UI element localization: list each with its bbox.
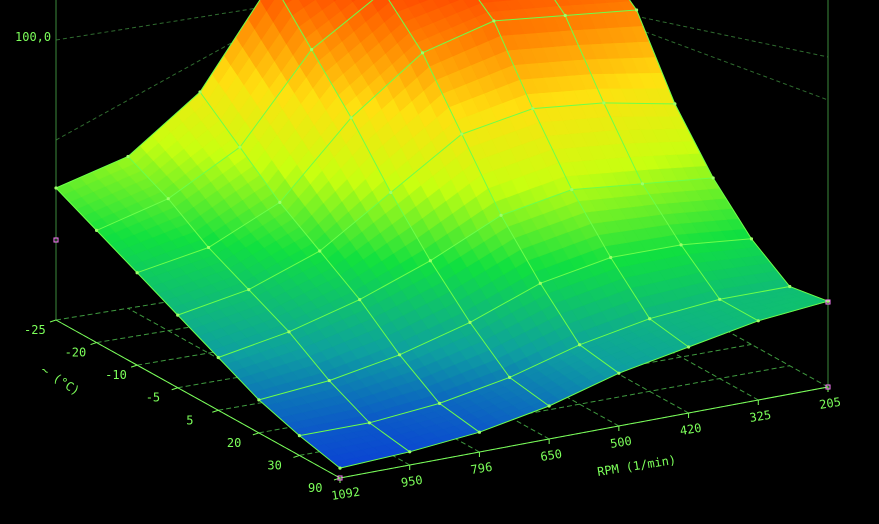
mesh-node bbox=[634, 8, 639, 12]
mesh-node bbox=[198, 90, 202, 94]
y-tick-label: 90 bbox=[308, 481, 322, 495]
mesh-node bbox=[206, 245, 211, 250]
x-axis-title: RPM (1/min) bbox=[596, 453, 677, 479]
y-tick-mark bbox=[293, 454, 300, 458]
x-tick-label: 950 bbox=[400, 473, 424, 490]
mesh-node bbox=[617, 371, 621, 375]
mesh-node bbox=[428, 259, 432, 263]
x-tick-label: 420 bbox=[679, 421, 703, 438]
mesh-node bbox=[135, 271, 139, 275]
mesh-node bbox=[679, 243, 683, 247]
mesh-node bbox=[297, 434, 302, 438]
y-axis-title: ~ (°C) bbox=[38, 363, 82, 398]
y-tick-mark bbox=[90, 342, 97, 346]
y-tick-mark bbox=[171, 387, 178, 391]
y-tick-mark bbox=[130, 364, 138, 368]
mesh-node bbox=[420, 51, 425, 55]
mesh-node bbox=[408, 450, 412, 454]
mesh-node bbox=[94, 228, 99, 232]
x-tick-label: 796 bbox=[470, 460, 494, 477]
mesh-node bbox=[673, 102, 677, 106]
y-tick-label: -20 bbox=[65, 346, 87, 360]
x-tick-label: 1092 bbox=[330, 485, 361, 503]
mesh-node bbox=[468, 320, 472, 324]
y-tick-label: 5 bbox=[186, 413, 193, 427]
mesh-node bbox=[563, 13, 567, 18]
y-tick-mark bbox=[49, 319, 57, 323]
mesh-node bbox=[247, 288, 251, 292]
mesh-node bbox=[397, 353, 402, 357]
z-tick-label-100: 100,0 bbox=[15, 30, 51, 44]
mesh-node bbox=[216, 355, 220, 360]
mesh-node bbox=[460, 132, 464, 136]
mesh-node bbox=[499, 213, 503, 217]
surface-mesh bbox=[54, 0, 830, 470]
x-tick-label: 325 bbox=[749, 408, 773, 425]
mesh-node bbox=[547, 404, 551, 408]
mesh-node bbox=[477, 430, 482, 434]
mesh-node bbox=[686, 345, 691, 349]
mesh-node bbox=[492, 19, 496, 23]
y-tick-label: -10 bbox=[105, 368, 127, 382]
x-tick-label: 500 bbox=[609, 434, 633, 451]
y-tick-label: -25 bbox=[24, 323, 46, 337]
mesh-node bbox=[531, 106, 535, 111]
mesh-node bbox=[327, 379, 331, 383]
y-tick-label: -5 bbox=[146, 391, 160, 405]
mesh-node bbox=[367, 421, 372, 425]
mesh-node bbox=[538, 281, 542, 285]
mesh-node bbox=[756, 319, 760, 323]
mesh-node bbox=[711, 176, 715, 180]
y-tick-label: 20 bbox=[227, 436, 241, 450]
mesh-node bbox=[287, 330, 291, 334]
mesh-node bbox=[749, 237, 754, 241]
mesh-node bbox=[389, 190, 393, 195]
y-tick-mark bbox=[212, 409, 219, 413]
mesh-node bbox=[437, 401, 442, 405]
mesh-node bbox=[278, 200, 282, 204]
mesh-node bbox=[602, 101, 606, 105]
surface-plot: 1092 950 796 650 500 420 325 205 -25 -20 -10 -5 5 20 3… bbox=[15, 0, 842, 503]
mesh-node bbox=[609, 255, 613, 260]
mesh-node bbox=[648, 317, 652, 321]
mesh-node bbox=[176, 313, 180, 317]
mesh-node bbox=[577, 343, 582, 347]
mesh-node bbox=[54, 186, 58, 190]
mesh-node bbox=[570, 188, 574, 192]
mesh-node bbox=[338, 466, 342, 470]
x-tick-label: 205 bbox=[818, 395, 842, 412]
y-tick-label: 30 bbox=[267, 458, 281, 472]
mesh-node bbox=[358, 297, 362, 302]
mesh-node bbox=[318, 249, 322, 253]
mesh-node bbox=[507, 375, 512, 379]
mesh-node bbox=[788, 284, 792, 289]
mesh-node bbox=[349, 116, 353, 120]
mesh-node bbox=[166, 197, 170, 201]
mesh-node bbox=[640, 182, 645, 186]
x-tick-label: 650 bbox=[539, 447, 563, 464]
y-tick-mark bbox=[252, 432, 260, 436]
mesh-node bbox=[718, 297, 722, 301]
mesh-node bbox=[309, 47, 314, 52]
mesh-node bbox=[257, 398, 261, 402]
mesh-node bbox=[126, 154, 130, 159]
mesh-node bbox=[238, 145, 242, 149]
